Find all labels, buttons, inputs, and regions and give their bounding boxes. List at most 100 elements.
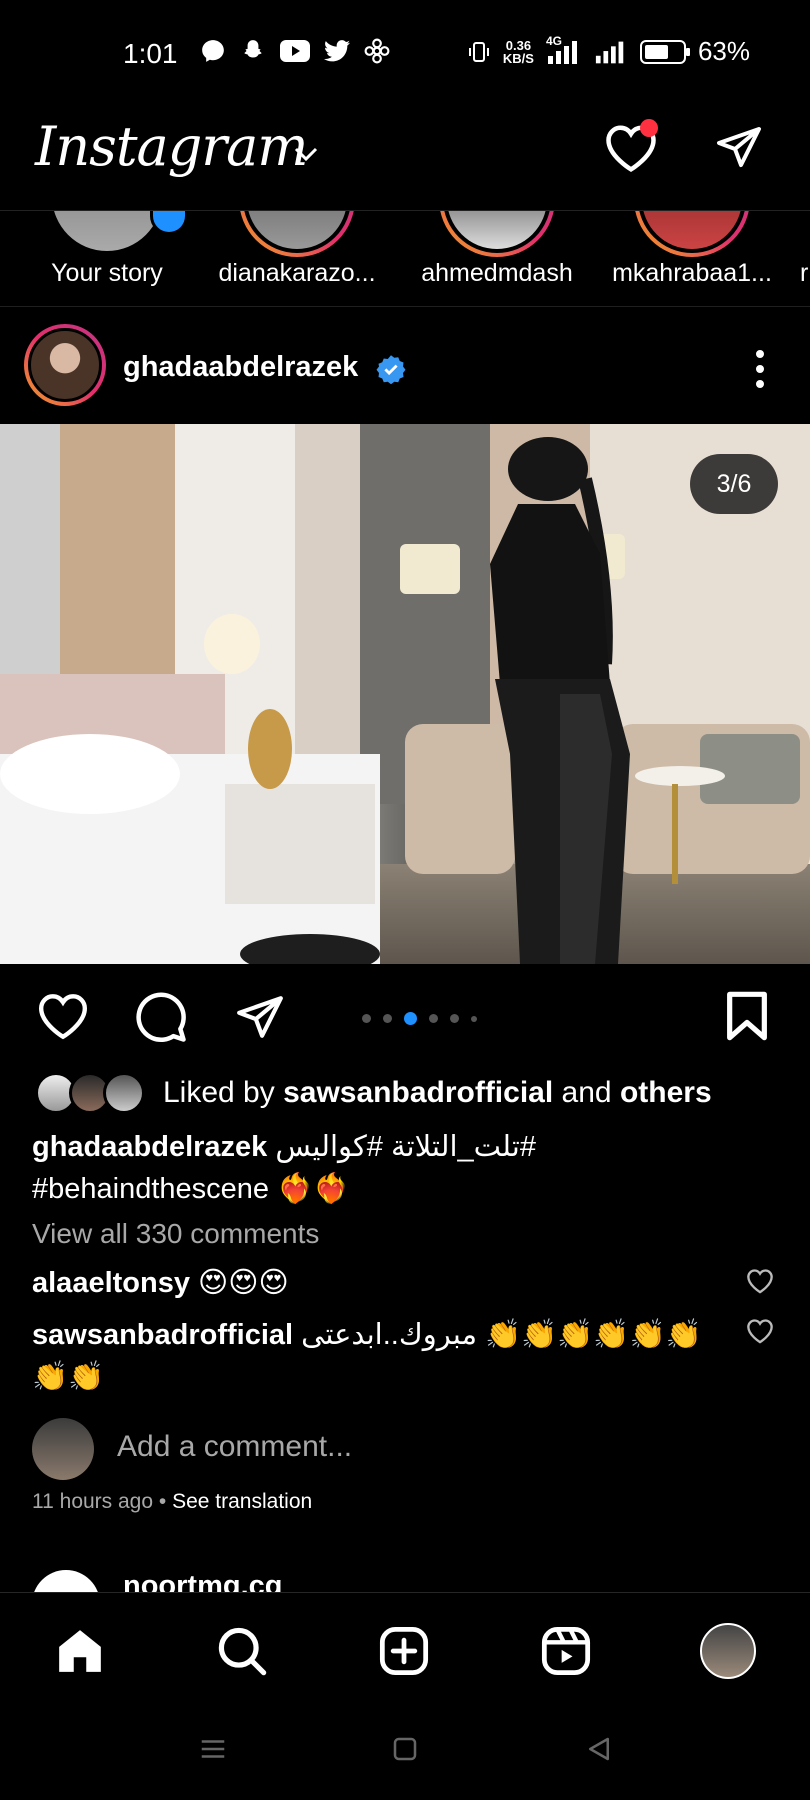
story-label: r bbox=[800, 259, 809, 287]
post-caption: ghadaabdelrazek #تلت_التلاتة #كواليس #be… bbox=[32, 1126, 772, 1210]
story-item[interactable]: dianakarazo... bbox=[202, 211, 392, 306]
system-nav-bar bbox=[0, 1700, 810, 1800]
comment-row: alaaeltonsy 😍😍😍 bbox=[32, 1262, 289, 1304]
story-ring bbox=[439, 211, 555, 257]
battery-fill bbox=[644, 44, 668, 59]
liked-by-and: and bbox=[561, 1076, 612, 1109]
nav-home[interactable] bbox=[50, 1623, 110, 1679]
comment-text: مبروك..ابدعتى 👏👏👏👏👏👏 bbox=[301, 1319, 702, 1351]
caption-username[interactable]: ghadaabdelrazek bbox=[32, 1131, 267, 1163]
meta-separator: • bbox=[158, 1490, 167, 1513]
comment-icon[interactable] bbox=[134, 990, 188, 1044]
net-speed: 0.36 KB/S bbox=[503, 39, 534, 65]
youtube-icon bbox=[280, 40, 310, 62]
notification-dot bbox=[640, 119, 658, 137]
home-icon bbox=[59, 1630, 101, 1672]
bookmark-icon[interactable] bbox=[724, 990, 770, 1042]
liker-avatars bbox=[35, 1072, 149, 1114]
twitter-icon bbox=[324, 40, 350, 62]
direct-message-icon[interactable] bbox=[714, 123, 764, 171]
post-header: ghadaabdelrazek bbox=[0, 307, 810, 424]
carousel-dot bbox=[429, 1014, 438, 1023]
more-options-icon[interactable] bbox=[748, 349, 772, 389]
post-actions bbox=[0, 964, 810, 1064]
nav-reels[interactable] bbox=[536, 1623, 596, 1679]
net-speed-value: 0.36 bbox=[505, 37, 532, 53]
battery-icon bbox=[639, 39, 690, 64]
stories-tray: Your story dianakarazo... ahmedmdash mka… bbox=[0, 210, 810, 307]
back-triangle-icon[interactable] bbox=[584, 1734, 614, 1764]
profile-avatar bbox=[700, 1623, 756, 1679]
status-bar: 1:01 0.36 KB/S 4G 63% bbox=[0, 0, 810, 105]
add-story-icon[interactable] bbox=[150, 211, 188, 235]
post-username[interactable]: ghadaabdelrazek bbox=[123, 351, 358, 384]
carousel-dot bbox=[450, 1014, 459, 1023]
comment-like-heart-icon[interactable] bbox=[746, 1318, 774, 1344]
next-post-header: noortmg.cg bbox=[0, 1562, 810, 1592]
like-heart-icon[interactable] bbox=[36, 992, 90, 1040]
story-item[interactable]: r bbox=[800, 211, 810, 306]
nav-profile[interactable] bbox=[698, 1623, 758, 1679]
next-post-avatar[interactable] bbox=[32, 1570, 100, 1592]
snapchat-icon bbox=[244, 40, 262, 58]
carousel-dot bbox=[383, 1014, 392, 1023]
share-icon[interactable] bbox=[234, 992, 286, 1042]
signal-strength-icon-2 bbox=[595, 41, 624, 63]
post-author-avatar[interactable] bbox=[24, 324, 106, 406]
liked-by-row[interactable]: Liked by sawsanbadrofficial and others bbox=[35, 1072, 712, 1114]
post-time-ago: 11 hours ago bbox=[32, 1490, 154, 1513]
nav-search[interactable] bbox=[212, 1623, 272, 1679]
messenger-icon bbox=[202, 40, 224, 62]
status-system-icons: 0.36 KB/S 4G 63% bbox=[467, 34, 750, 67]
story-ring bbox=[239, 211, 355, 257]
post-image[interactable]: 3/6 bbox=[0, 424, 810, 964]
comment-row: sawsanbadrofficial مبروك..ابدعتى 👏👏👏👏👏👏 … bbox=[32, 1314, 732, 1398]
carousel-counter: 3/6 bbox=[690, 454, 778, 514]
current-user-avatar bbox=[32, 1418, 94, 1480]
nav-create[interactable] bbox=[374, 1623, 434, 1679]
verified-badge-icon bbox=[376, 355, 406, 384]
liker-avatar bbox=[103, 1072, 145, 1114]
search-icon bbox=[218, 1627, 267, 1676]
liked-by-user[interactable]: sawsanbadrofficial bbox=[283, 1076, 553, 1110]
story-label: mkahrabaa1... bbox=[612, 259, 772, 287]
liked-by-prefix: Liked by bbox=[163, 1076, 275, 1109]
net-speed-unit: KB/S bbox=[502, 50, 534, 66]
caption-hashtags[interactable]: #behaindthescene ❤️‍🔥❤️‍🔥 bbox=[32, 1168, 772, 1210]
network-type: 4G bbox=[545, 33, 562, 48]
story-item[interactable]: mkahrabaa1... bbox=[597, 211, 787, 306]
story-item[interactable]: ahmedmdash bbox=[402, 211, 592, 306]
home-square-icon[interactable] bbox=[390, 1734, 420, 1764]
comment-username[interactable]: sawsanbadrofficial bbox=[32, 1319, 293, 1351]
post-meta: 11 hours ago • See translation bbox=[32, 1490, 312, 1514]
caption-text: #تلت_التلاتة #كواليس bbox=[275, 1131, 536, 1163]
carousel-dot bbox=[362, 1014, 371, 1023]
see-translation-link[interactable]: See translation bbox=[172, 1490, 312, 1513]
instagram-logo[interactable]: Instagram bbox=[35, 115, 308, 178]
story-label: Your story bbox=[51, 259, 163, 287]
next-post-username[interactable]: noortmg.cg bbox=[123, 1570, 283, 1592]
chevron-down-icon[interactable] bbox=[293, 145, 319, 163]
view-all-comments-link[interactable]: View all 330 comments bbox=[32, 1218, 319, 1250]
liked-by-others[interactable]: others bbox=[620, 1076, 712, 1110]
comment-text-continued: 👏👏 bbox=[32, 1361, 105, 1393]
add-comment-input[interactable]: Add a comment... bbox=[117, 1430, 352, 1464]
your-story-avatar bbox=[52, 211, 162, 251]
menu-icon[interactable] bbox=[198, 1734, 228, 1764]
comment-username[interactable]: alaaeltonsy bbox=[32, 1267, 190, 1299]
app-header: Instagram bbox=[0, 105, 810, 210]
story-label: dianakarazo... bbox=[218, 259, 376, 287]
status-time: 1:01 bbox=[123, 38, 178, 69]
status-notification-icons bbox=[200, 38, 390, 64]
bottom-nav bbox=[0, 1592, 810, 1700]
post-image-scene bbox=[0, 424, 810, 964]
carousel-dot-active bbox=[404, 1012, 417, 1025]
story-ring bbox=[634, 211, 750, 257]
carousel-dots bbox=[362, 1012, 477, 1025]
comment-like-heart-icon[interactable] bbox=[746, 1268, 774, 1294]
reels-icon bbox=[541, 1626, 591, 1676]
pinwheel-icon bbox=[364, 38, 390, 64]
signal-4g: 4G bbox=[546, 34, 582, 64]
story-your-story[interactable]: Your story bbox=[12, 211, 202, 306]
comment-text: 😍😍😍 bbox=[198, 1267, 289, 1299]
